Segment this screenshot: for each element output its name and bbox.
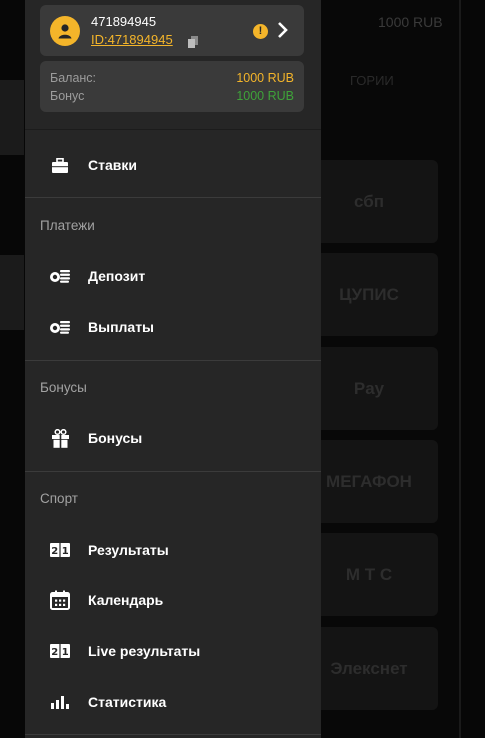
svg-text:2: 2 bbox=[51, 546, 58, 557]
balance-card: Баланс: 1000 RUB Бонус 1000 RUB bbox=[40, 61, 304, 112]
username: 471894945 bbox=[91, 14, 157, 29]
divider bbox=[25, 471, 321, 472]
menu-item-bets[interactable]: Ставки bbox=[25, 143, 321, 187]
menu-item-calendar[interactable]: Календарь bbox=[25, 578, 321, 622]
bonus-value: 1000 RUB bbox=[236, 89, 294, 103]
menu-item-statistics[interactable]: Статистика bbox=[25, 680, 321, 724]
copy-icon[interactable] bbox=[188, 35, 198, 53]
profile-card[interactable]: 471894945 ID:471894945 ! bbox=[40, 5, 304, 56]
background-category: ГОРИИ bbox=[350, 73, 394, 88]
background-balance: 1000 RUB bbox=[378, 14, 443, 30]
menu-item-label: Выплаты bbox=[88, 319, 155, 335]
bar-chart-icon bbox=[49, 692, 71, 712]
navigation-drawer: 471894945 ID:471894945 ! Баланс: 1000 RU… bbox=[25, 0, 321, 738]
divider bbox=[25, 360, 321, 361]
menu-item-withdrawals[interactable]: Выплаты bbox=[25, 305, 321, 349]
balance-label: Баланс: bbox=[50, 71, 97, 85]
menu-item-label: Результаты bbox=[88, 542, 169, 558]
menu-item-label: Статистика bbox=[88, 694, 167, 710]
menu-item-deposit[interactable]: Депозит bbox=[25, 254, 321, 298]
svg-text:1: 1 bbox=[62, 546, 69, 557]
background-edge bbox=[0, 255, 24, 330]
svg-text:1: 1 bbox=[62, 647, 69, 658]
menu-item-bonuses[interactable]: Бонусы bbox=[25, 416, 321, 460]
briefcase-icon bbox=[49, 155, 71, 175]
menu-item-label: Ставки bbox=[88, 157, 137, 173]
background-divider bbox=[459, 0, 461, 738]
menu-item-live-results[interactable]: 21 Live результаты bbox=[25, 629, 321, 673]
menu-item-label: Бонусы bbox=[88, 430, 143, 446]
gift-icon bbox=[49, 428, 71, 448]
warning-icon: ! bbox=[253, 24, 268, 39]
coins-icon bbox=[49, 266, 71, 286]
section-header-sport: Спорт bbox=[40, 491, 78, 506]
calendar-icon bbox=[49, 590, 71, 610]
menu-item-label: Live результаты bbox=[88, 643, 201, 659]
scoreboard-icon: 21 bbox=[49, 540, 71, 560]
svg-text:2: 2 bbox=[51, 647, 58, 658]
menu-item-label: Календарь bbox=[88, 592, 164, 608]
scoreboard-icon: 21 bbox=[49, 641, 71, 661]
divider bbox=[25, 734, 321, 735]
chevron-right-icon[interactable] bbox=[276, 21, 290, 44]
section-header-payments: Платежи bbox=[40, 218, 95, 233]
bonus-label: Бонус bbox=[50, 89, 85, 103]
coins-icon bbox=[49, 317, 71, 337]
divider bbox=[25, 129, 321, 130]
menu-item-results[interactable]: 21 Результаты bbox=[25, 528, 321, 572]
background-edge bbox=[0, 80, 24, 155]
user-id-link[interactable]: ID:471894945 bbox=[91, 32, 173, 47]
divider bbox=[25, 197, 321, 198]
balance-value: 1000 RUB bbox=[236, 71, 294, 85]
section-header-bonuses: Бонусы bbox=[40, 380, 87, 395]
menu-item-label: Депозит bbox=[88, 268, 146, 284]
user-avatar-icon bbox=[50, 16, 80, 46]
